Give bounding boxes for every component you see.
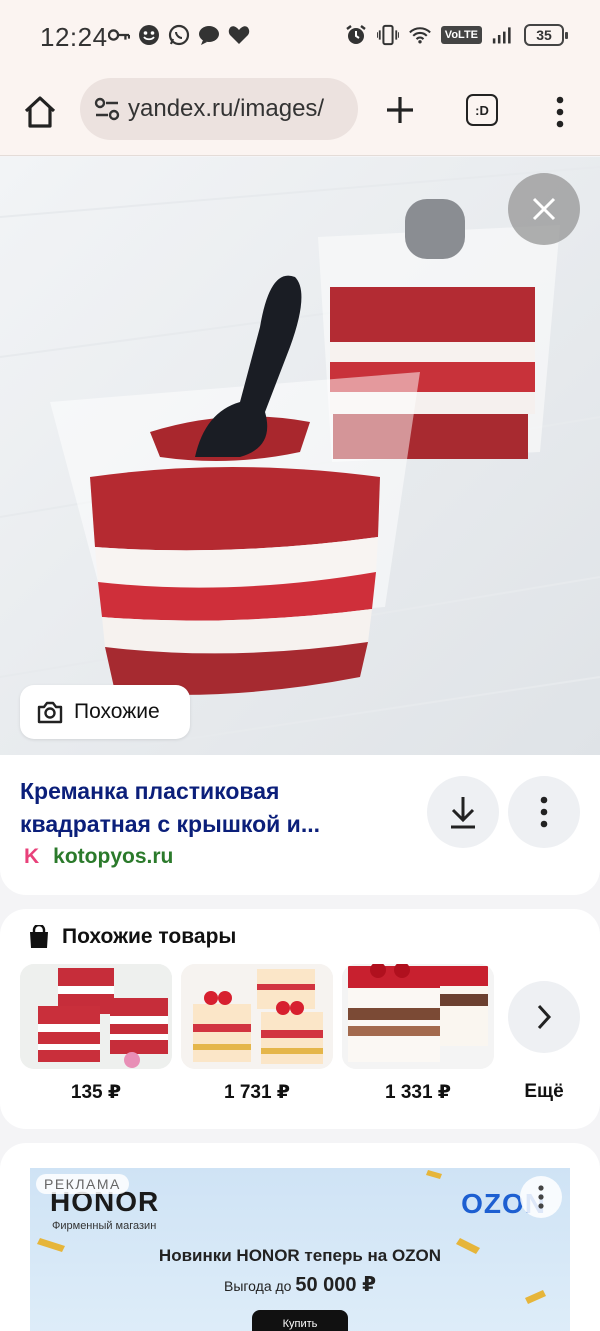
url-text: yandex.ru/images/	[128, 95, 325, 122]
vibrate-icon	[376, 24, 399, 46]
chat-icon	[198, 24, 220, 46]
smiley-icon	[138, 24, 160, 46]
similar-images-label: Похожие	[74, 700, 160, 723]
key-icon	[108, 24, 130, 46]
more-products-label[interactable]: Ещё	[508, 1081, 580, 1103]
ad-card: HONOR Фирменный магазин OZON Новинки HON…	[0, 1143, 600, 1331]
product-price: 135 ₽	[70, 1082, 122, 1103]
battery-level: 35	[536, 27, 552, 43]
similar-images-button[interactable]: Похожие	[20, 685, 190, 739]
result-title[interactable]: Креманка пластиковая квадратная с крышко…	[20, 775, 410, 841]
ad-brand-subtitle: Фирменный магазин	[52, 1220, 157, 1232]
result-source[interactable]: K kotopyos.ru	[24, 845, 173, 869]
signal-icon	[492, 24, 514, 46]
battery-icon: 35	[524, 24, 568, 46]
source-domain[interactable]: kotopyos.ru	[53, 845, 173, 869]
plus-icon	[387, 97, 413, 123]
product-thumbnail[interactable]	[181, 964, 333, 1069]
similar-products-card: Похожие товары 135 ₽ 1 731 ₽ 1 331 ₽ Ещё	[0, 909, 600, 1129]
home-icon	[24, 96, 56, 128]
result-more-button[interactable]	[508, 776, 580, 848]
product-price: 1 331 ₽	[384, 1082, 452, 1103]
close-icon	[532, 197, 556, 221]
shopping-bag-icon	[30, 925, 48, 948]
whatsapp-icon	[168, 24, 190, 46]
ad-headline: Новинки HONOR теперь на OZON	[158, 1246, 442, 1265]
download-button[interactable]	[427, 776, 499, 848]
product-image-2	[181, 964, 333, 1069]
browser-menu-button[interactable]	[548, 92, 572, 132]
product-thumbnail[interactable]	[20, 964, 172, 1069]
ad-offer: Выгода до 50 000 ₽	[30, 1272, 570, 1297]
source-logo: K	[24, 845, 40, 868]
wifi-icon	[408, 24, 431, 46]
volte-icon: VoLTE	[440, 26, 482, 44]
alarm-icon	[345, 24, 367, 46]
status-time: 12:24	[40, 22, 108, 52]
tabs-button[interactable]: :D	[466, 94, 498, 126]
ad-label: РЕКЛАМА	[36, 1174, 129, 1194]
home-button[interactable]	[20, 92, 60, 132]
ad-offer-prefix: Выгода до	[223, 1278, 292, 1294]
dessert-cups-photo	[0, 157, 600, 755]
ad-menu-button[interactable]	[520, 1176, 562, 1218]
system-icons: VoLTE 35	[345, 24, 568, 46]
notification-icons	[108, 24, 250, 46]
chevron-right-icon	[537, 1004, 552, 1030]
more-vert-icon	[540, 796, 548, 828]
ad-buy-button[interactable]: Купить	[252, 1310, 348, 1331]
download-icon	[451, 797, 475, 829]
browser-toolbar: yandex.ru/images/ :D	[0, 76, 600, 156]
address-bar[interactable]: yandex.ru/images/	[80, 78, 358, 140]
product-image-1	[20, 964, 172, 1069]
new-tab-button[interactable]	[380, 90, 420, 130]
site-settings-icon[interactable]	[92, 94, 122, 124]
result-info-card: Креманка пластиковая квадратная с крышко…	[0, 755, 600, 895]
similar-products-header: Похожие товары	[28, 925, 236, 949]
camera-search-icon	[37, 701, 63, 724]
product-price: 1 731 ₽	[223, 1082, 291, 1103]
product-image[interactable]: Похожие	[0, 157, 600, 755]
heart-icon	[228, 24, 250, 46]
more-vert-icon	[538, 1185, 544, 1209]
close-viewer-button[interactable]	[508, 173, 580, 245]
status-bar: 12:24 VoLTE 35	[0, 0, 600, 76]
more-products-button[interactable]	[508, 981, 580, 1053]
ad-offer-amount: 50 000 ₽	[295, 1274, 377, 1296]
similar-products-title: Похожие товары	[62, 925, 237, 948]
product-image-3	[342, 964, 494, 1069]
product-thumbnail[interactable]	[342, 964, 494, 1069]
more-vert-icon	[556, 96, 564, 128]
